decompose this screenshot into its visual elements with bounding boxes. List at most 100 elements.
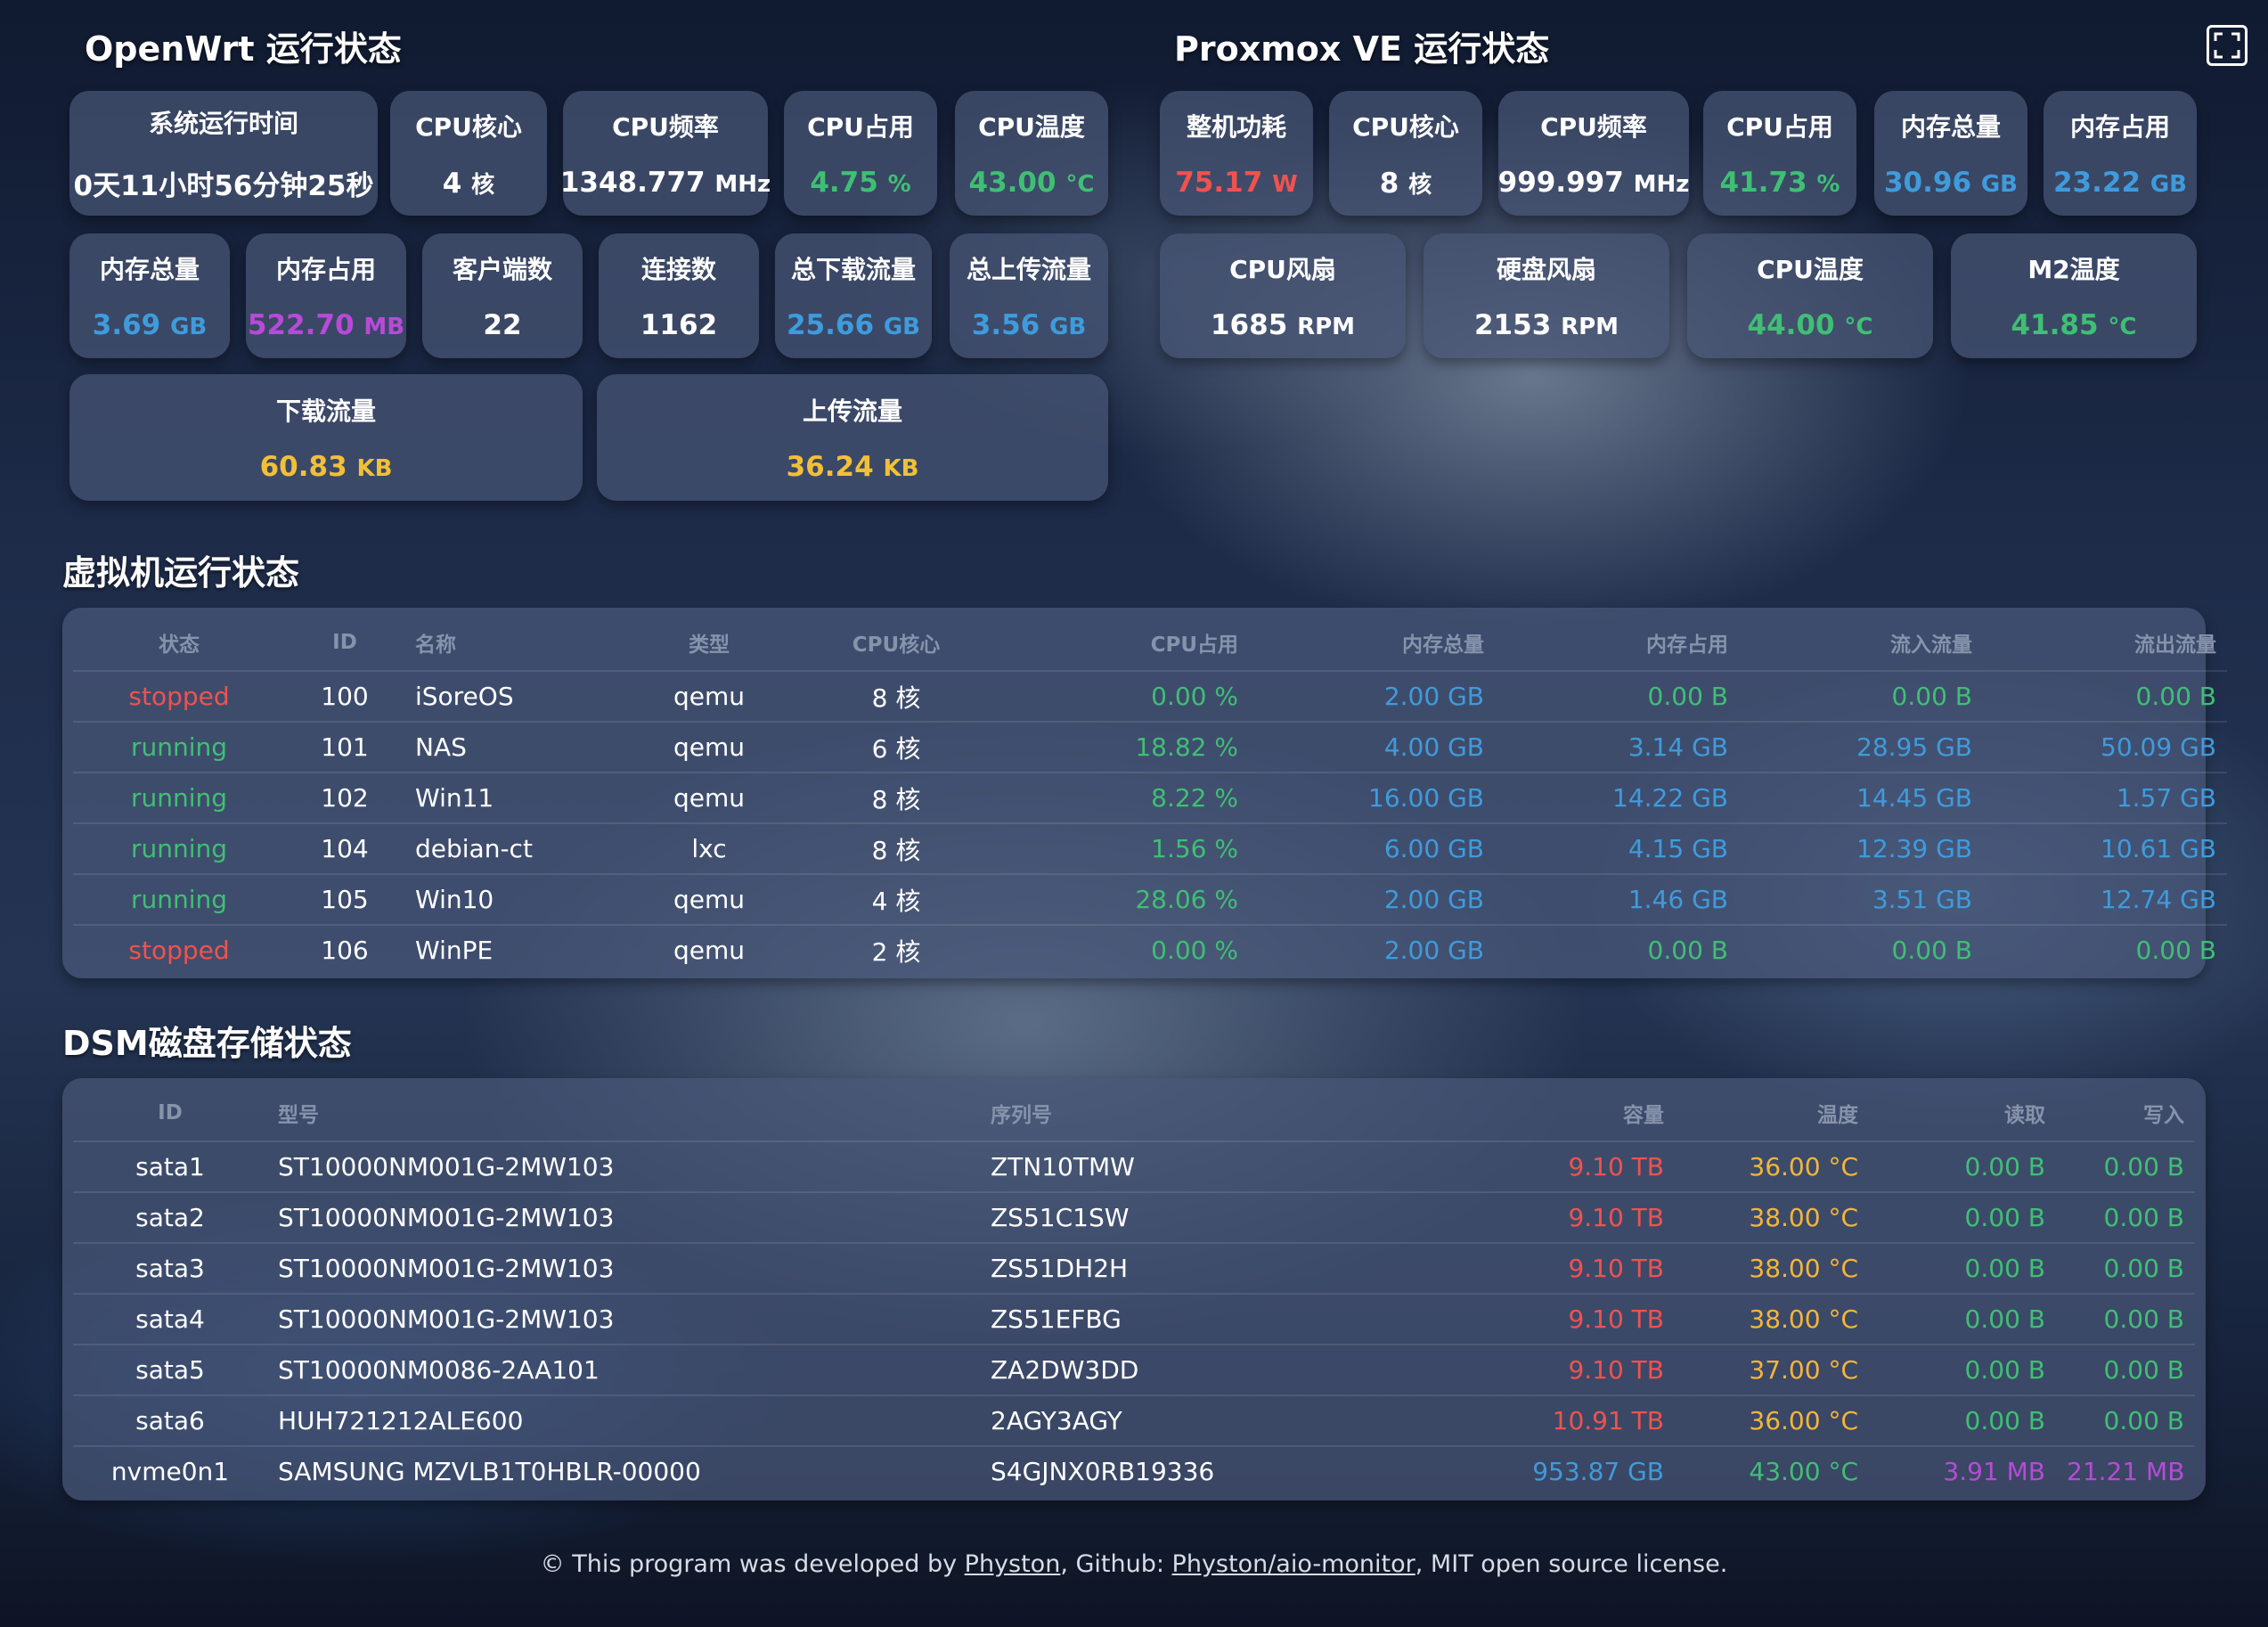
pve-mem-used-card: 内存占用 23.22 GB <box>2044 91 2197 216</box>
vm-net-in: 3.51 GB <box>1739 874 1983 926</box>
card-label: CPU核心 <box>1352 111 1459 142</box>
card-label: 客户端数 <box>452 255 552 284</box>
disk-capacity: 9.10 TB <box>1479 1243 1675 1295</box>
footer: © This program was developed by Physton,… <box>0 1550 2268 1578</box>
disk-read: 0.00 B <box>1869 1395 2056 1447</box>
repo-link[interactable]: Physton/aio-monitor <box>1172 1550 1415 1578</box>
vm-status: running <box>73 874 285 926</box>
openwrt-total-down-card: 总下载流量 25.66 GB <box>775 233 932 358</box>
vm-cpu-cores: 2 核 <box>871 936 921 967</box>
card-value: 4 核 <box>442 167 495 200</box>
disk-capacity: 9.10 TB <box>1479 1345 1675 1396</box>
card-label: CPU频率 <box>612 112 719 142</box>
pve-m2-temp-card: M2温度 41.85 °C <box>1951 233 2197 358</box>
vm-id: 104 <box>285 823 404 875</box>
vm-cpu-cores: 8 核 <box>780 823 1012 875</box>
dsm-row: sata6 HUH721212ALE600 2AGY3AGY 10.91 TB … <box>73 1395 2195 1447</box>
vm-cpu-usage: 1.56 % <box>1012 823 1249 875</box>
vm-cpu-usage: 18.82 % <box>1012 722 1249 773</box>
vm-net-out: 10.61 GB <box>1983 823 2227 875</box>
vm-col-type[interactable]: 类型 <box>638 615 780 672</box>
card-label: 内存占用 <box>275 255 376 284</box>
dsm-col-read[interactable]: 读取 <box>1869 1085 2056 1142</box>
vm-cpu-usage: 28.06 % <box>1012 874 1249 926</box>
vm-col-mem-total[interactable]: 内存总量 <box>1249 615 1495 672</box>
dsm-col-id[interactable]: ID <box>73 1085 267 1142</box>
dsm-row: sata5 ST10000NM0086-2AA101 ZA2DW3DD 9.10… <box>73 1345 2195 1396</box>
vm-mem-used: 3.14 GB <box>1495 722 1739 773</box>
vm-type: qemu <box>638 722 780 773</box>
disk-temp: 36.00 °C <box>1675 1141 1869 1193</box>
disk-read: 0.00 B <box>1869 1294 2056 1345</box>
disk-write: 0.00 B <box>2056 1345 2195 1396</box>
card-label: 内存总量 <box>1900 112 2001 142</box>
vm-type: lxc <box>638 823 780 875</box>
vm-col-id[interactable]: ID <box>285 615 404 672</box>
disk-id: sata1 <box>73 1141 267 1193</box>
pve-cpu-freq-card: CPU频率 999.997 MHz <box>1498 91 1689 216</box>
vm-col-mem-used[interactable]: 内存占用 <box>1495 615 1739 672</box>
card-value: 44.00 °C <box>1747 309 1873 341</box>
vm-col-status[interactable]: 状态 <box>73 615 285 672</box>
disk-temp: 43.00 °C <box>1749 1457 1858 1486</box>
vm-mem-total: 2.00 GB <box>1249 874 1495 926</box>
vm-col-cpu-cores[interactable]: CPU核心 <box>780 615 1012 672</box>
vm-col-name[interactable]: 名称 <box>404 615 638 672</box>
pve-cpu-cores-card: CPU核心 8 核 <box>1329 91 1482 216</box>
card-label: 系统运行时间 <box>148 108 298 138</box>
card-label: 内存占用 <box>2069 112 2170 142</box>
dsm-row: sata1 ST10000NM001G-2MW103 ZTN10TMW 9.10… <box>73 1141 2195 1193</box>
vm-net-in: 28.95 GB <box>1739 722 1983 773</box>
card-value: 4.75 % <box>810 167 911 199</box>
vm-status: stopped <box>128 936 230 965</box>
vm-col-net-in[interactable]: 流入流量 <box>1739 615 1983 672</box>
dsm-col-temp[interactable]: 温度 <box>1675 1085 1869 1142</box>
disk-serial: 2AGY3AGY <box>980 1395 1479 1447</box>
vm-name: debian-ct <box>404 823 638 875</box>
dsm-col-model[interactable]: 型号 <box>267 1085 980 1142</box>
vm-table-panel: 状态 ID 名称 类型 CPU核心 CPU占用 内存总量 内存占用 流入流量 流… <box>62 608 2227 978</box>
vm-col-cpu-usage[interactable]: CPU占用 <box>1012 615 1249 672</box>
pve-title: Proxmox VE 运行状态 <box>1174 29 1550 69</box>
card-value: 23.22 GB <box>2052 167 2188 199</box>
card-label: 上传流量 <box>802 397 902 426</box>
footer-prefix: © This program was developed by <box>540 1550 965 1578</box>
disk-temp: 37.00 °C <box>1675 1345 1869 1396</box>
disk-temp: 38.00 °C <box>1675 1192 1869 1244</box>
dsm-col-write[interactable]: 写入 <box>2056 1085 2195 1142</box>
vm-net-out: 0.00 B <box>2135 936 2216 965</box>
dsm-row: sata4 ST10000NM001G-2MW103 ZS51EFBG 9.10… <box>73 1294 2195 1345</box>
vm-col-net-out[interactable]: 流出流量 <box>1983 615 2227 672</box>
vm-status: running <box>73 773 285 824</box>
vm-net-in: 0.00 B <box>1739 671 1983 723</box>
disk-model: SAMSUNG MZVLB1T0HBLR-00000 <box>278 1457 701 1486</box>
pve-power-card: 整机功耗 75.17 W <box>1160 91 1313 216</box>
dsm-col-serial[interactable]: 序列号 <box>980 1085 1479 1142</box>
card-value: 8 核 <box>1379 167 1432 200</box>
dsm-row: sata3 ST10000NM001G-2MW103 ZS51DH2H 9.10… <box>73 1243 2195 1295</box>
author-link[interactable]: Physton <box>965 1550 1061 1578</box>
openwrt-mem-used-card: 内存占用 522.70 MB <box>246 233 406 358</box>
card-value: 22 <box>483 309 522 341</box>
openwrt-title: OpenWrt 运行状态 <box>85 29 402 69</box>
disk-read: 0.00 B <box>1869 1345 2056 1396</box>
disk-serial: ZS51DH2H <box>980 1243 1479 1295</box>
disk-read: 0.00 B <box>1869 1141 2056 1193</box>
dsm-col-capacity[interactable]: 容量 <box>1479 1085 1675 1142</box>
card-label: 总上传流量 <box>966 255 1091 284</box>
card-value: 1162 <box>640 309 718 341</box>
card-label: M2温度 <box>2027 255 2120 284</box>
vm-status: running <box>73 823 285 875</box>
fullscreen-button[interactable] <box>2207 25 2248 66</box>
disk-capacity: 953.87 GB <box>1532 1457 1664 1486</box>
vm-mem-total: 16.00 GB <box>1249 773 1495 824</box>
openwrt-clients-card: 客户端数 22 <box>422 233 583 358</box>
disk-id: sata3 <box>73 1243 267 1295</box>
vm-cpu-cores: 4 核 <box>780 874 1012 926</box>
vm-mem-total: 4.00 GB <box>1249 722 1495 773</box>
openwrt-up-rate-card: 上传流量 36.24 KB <box>597 374 1108 501</box>
openwrt-cpu-freq-card: CPU频率 1348.777 MHz <box>559 91 771 216</box>
card-value: 1348.777 MHz <box>559 167 771 199</box>
vm-id: 100 <box>285 671 404 723</box>
card-value: 3.69 GB <box>92 309 208 341</box>
